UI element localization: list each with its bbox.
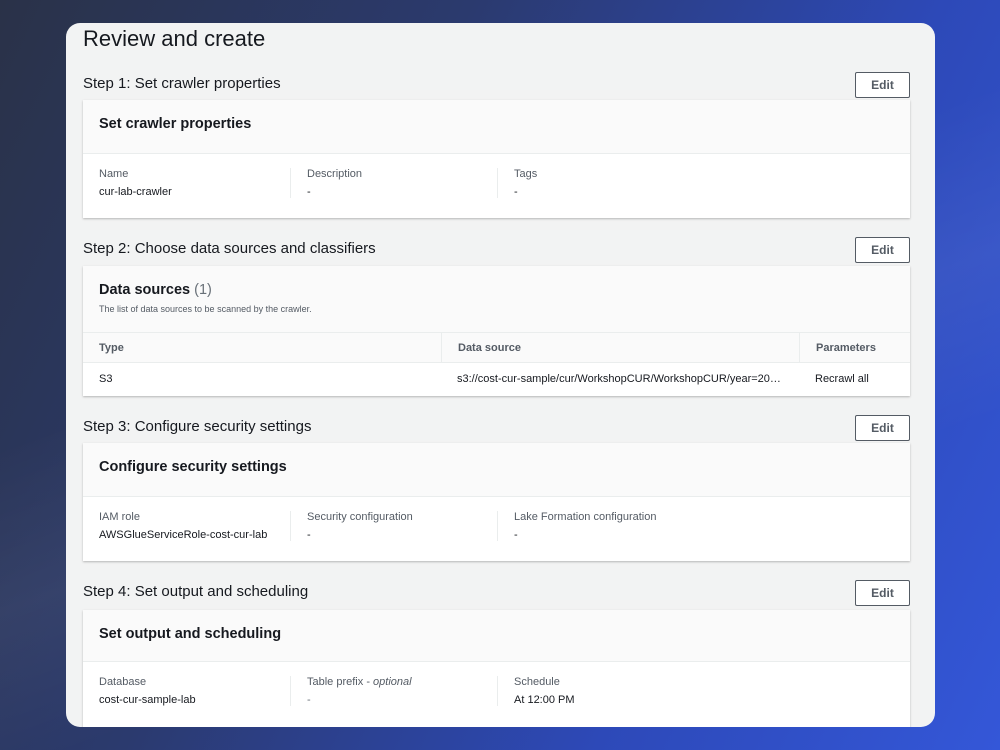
page-title: Review and create bbox=[83, 26, 266, 51]
kv-value: cost-cur-sample-lab bbox=[99, 694, 196, 706]
optional-tag: optional bbox=[373, 676, 412, 688]
kv-value: - bbox=[514, 186, 518, 198]
column-header-data-source[interactable]: Data source bbox=[441, 333, 799, 362]
kv-value: - bbox=[307, 694, 311, 706]
kv-value: - bbox=[307, 186, 311, 198]
kv-label: Lake Formation configuration bbox=[514, 511, 657, 523]
kv-label: Schedule bbox=[514, 676, 560, 688]
card-title-text: Data sources bbox=[99, 282, 191, 298]
card-header: Set crawler properties bbox=[83, 100, 910, 154]
step2-edit-button[interactable]: Edit bbox=[855, 237, 910, 263]
step3-edit-button[interactable]: Edit bbox=[855, 415, 910, 441]
kv-tags: Tags - bbox=[497, 168, 717, 198]
kv-label: Database bbox=[99, 676, 147, 688]
kv-value: - bbox=[514, 529, 518, 541]
kv-schedule: Schedule At 12:00 PM bbox=[497, 676, 717, 706]
kv-row: IAM role AWSGlueServiceRole-cost-cur-lab… bbox=[83, 497, 910, 541]
cell-data-source: s3://cost-cur-sample/cur/WorkshopCUR/Wor… bbox=[457, 372, 786, 385]
table-row: S3 s3://cost-cur-sample/cur/WorkshopCUR/… bbox=[83, 363, 910, 394]
card-header: Configure security settings bbox=[83, 443, 910, 497]
card-title: Data sources (1) bbox=[99, 282, 894, 298]
security-settings-card: Configure security settings IAM role AWS… bbox=[83, 443, 910, 561]
card-description: The list of data sources to be scanned b… bbox=[99, 304, 312, 314]
column-header-type[interactable]: Type bbox=[83, 333, 441, 362]
kv-value: - bbox=[307, 529, 311, 541]
data-sources-card: Data sources (1) The list of data source… bbox=[83, 266, 910, 396]
review-window: Review and create Step 1: Set crawler pr… bbox=[66, 23, 935, 727]
kv-description: Description - bbox=[290, 168, 497, 198]
kv-value: AWSGlueServiceRole-cost-cur-lab bbox=[99, 529, 268, 541]
cell-type: S3 bbox=[99, 372, 113, 385]
step1-edit-button[interactable]: Edit bbox=[855, 72, 910, 98]
step1-title: Step 1: Set crawler properties bbox=[83, 75, 281, 92]
kv-label: Security configuration bbox=[307, 511, 413, 523]
step2-title: Step 2: Choose data sources and classifi… bbox=[83, 240, 376, 257]
kv-row: Database cost-cur-sample-lab Table prefi… bbox=[83, 662, 910, 706]
kv-value: At 12:00 PM bbox=[514, 694, 575, 706]
card-title: Set output and scheduling bbox=[99, 626, 282, 642]
crawler-properties-card: Set crawler properties Name cur-lab-craw… bbox=[83, 100, 910, 218]
output-scheduling-card: Set output and scheduling Database cost-… bbox=[83, 610, 910, 727]
card-count: (1) bbox=[194, 282, 212, 298]
kv-label: Name bbox=[99, 168, 129, 180]
card-title: Configure security settings bbox=[99, 459, 287, 475]
table-header: Type Data source Parameters bbox=[83, 332, 910, 363]
kv-label: Tags bbox=[514, 168, 538, 180]
kv-value: cur-lab-crawler bbox=[99, 186, 172, 198]
kv-label: Table prefix - optional bbox=[307, 676, 412, 688]
kv-row: Name cur-lab-crawler Description - Tags … bbox=[83, 154, 910, 198]
kv-name: Name cur-lab-crawler bbox=[83, 168, 290, 198]
kv-label: Description bbox=[307, 168, 363, 180]
kv-database: Database cost-cur-sample-lab bbox=[83, 676, 290, 706]
kv-iam-role: IAM role AWSGlueServiceRole-cost-cur-lab bbox=[83, 511, 290, 541]
card-title: Set crawler properties bbox=[99, 116, 252, 132]
column-header-parameters[interactable]: Parameters bbox=[799, 333, 910, 362]
step3-title: Step 3: Configure security settings bbox=[83, 418, 312, 435]
step4-title: Step 4: Set output and scheduling bbox=[83, 583, 309, 600]
cell-parameters: Recrawl all bbox=[815, 372, 869, 385]
card-header: Set output and scheduling bbox=[83, 610, 910, 662]
kv-label: IAM role bbox=[99, 511, 140, 523]
kv-security-configuration: Security configuration - bbox=[290, 511, 497, 541]
kv-lake-formation: Lake Formation configuration - bbox=[497, 511, 717, 541]
step4-edit-button[interactable]: Edit bbox=[855, 580, 910, 606]
card-header: Data sources (1) The list of data source… bbox=[83, 266, 910, 332]
kv-table-prefix: Table prefix - optional - bbox=[290, 676, 497, 706]
kv-label-text: Table prefix bbox=[307, 676, 364, 688]
